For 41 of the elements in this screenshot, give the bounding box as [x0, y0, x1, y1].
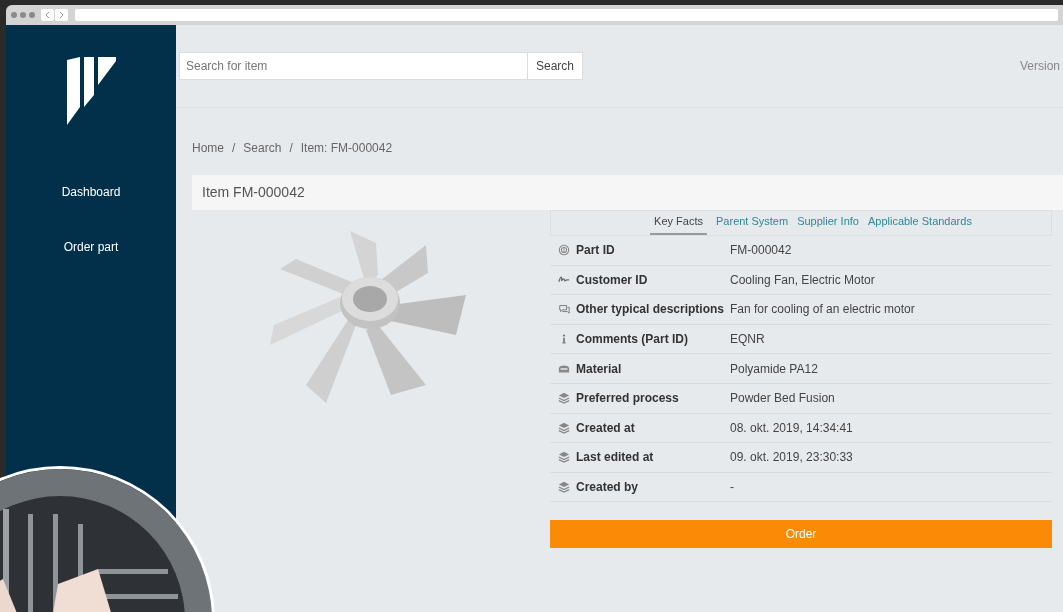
fact-label: Comments (Part ID) [576, 331, 689, 349]
tab[interactable]: Supplier Info [797, 212, 859, 235]
version-label: Version [1019, 58, 1060, 75]
back-forward-icon[interactable] [41, 9, 69, 21]
fact-value: 09. okt. 2019, 23:30:33 [730, 449, 853, 467]
fact-value: Powder Bed Fusion [730, 390, 835, 408]
breadcrumb-separator: / [232, 140, 236, 157]
layers-icon [558, 420, 570, 435]
search-button[interactable]: Search [528, 52, 584, 80]
tab[interactable]: Parent System [716, 212, 789, 235]
fact-value: EQNR [730, 331, 765, 349]
fact-value: Polyamide PA12 [730, 360, 818, 378]
sidebar-item[interactable]: Dashboard [61, 183, 121, 201]
fact-value: 08. okt. 2019, 14:34:41 [730, 419, 853, 437]
breadcrumb-separator: / [289, 140, 293, 157]
fact-label: Material [576, 360, 623, 378]
fact-label: Customer ID [576, 271, 649, 289]
breadcrumb-link[interactable]: Home [192, 139, 224, 157]
fact-label: Preferred process [576, 390, 680, 408]
fact-label: Other typical descriptions [576, 301, 726, 319]
sidebar-item[interactable]: Order part [63, 238, 119, 256]
fact-label: Last edited at [576, 449, 655, 467]
fact-label: Created by [576, 479, 640, 497]
logo-icon [65, 55, 117, 127]
fact-label: Part ID [576, 242, 616, 260]
fact-value: Fan for cooling of an electric motor [730, 301, 915, 319]
breadcrumb-current: Item: FM-000042 [300, 140, 393, 157]
layers-icon [558, 480, 570, 495]
item-title: Item FM-000042 [202, 183, 305, 202]
fact-label: Created at [576, 419, 636, 437]
fact-value: Cooling Fan, Electric Motor [730, 271, 875, 289]
chat-icon [558, 302, 570, 317]
fingerprint-icon [558, 243, 570, 258]
fact-value: FM-000042 [730, 242, 792, 260]
layers-icon [558, 450, 570, 465]
fact-value: - [730, 479, 734, 497]
breadcrumb-link[interactable]: Search [243, 139, 282, 157]
tab[interactable]: Key Facts [650, 212, 707, 235]
tab[interactable]: Applicable Standards [867, 212, 972, 235]
layers-icon [558, 391, 570, 406]
search-field[interactable]: Search for item [179, 52, 528, 80]
